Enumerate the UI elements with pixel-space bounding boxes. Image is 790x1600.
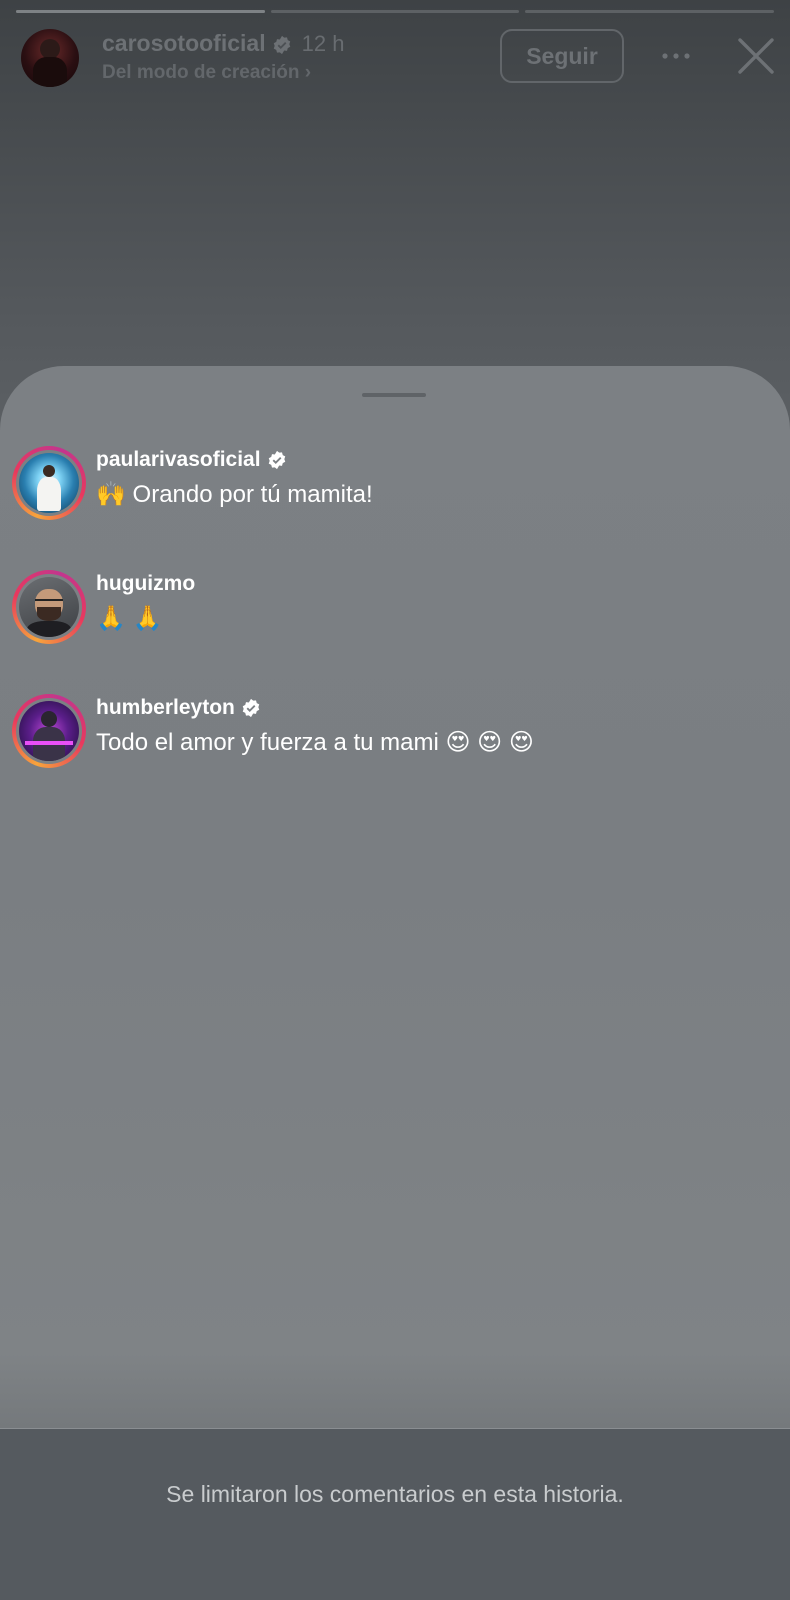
avatar-image [19,453,79,513]
comment-item: huguizmo 🙏 🙏 [12,570,772,646]
progress-fill [16,10,265,13]
story-username[interactable]: carosotooficial [102,30,266,56]
avatar-ring-gap [16,574,82,640]
comments-limited-notice: Se limitaron los comentarios en esta his… [166,1481,624,1507]
story-progress-bar [16,10,775,13]
avatar-figure-head [41,711,57,727]
avatar-glasses [35,599,63,607]
avatar-image [19,577,79,637]
avatar-shirt [27,621,71,637]
avatar-beard [37,607,61,621]
story-timestamp: 12 h [301,31,345,56]
comments-sheet: paularivasoficial 🙌 Orando por tú mamita… [0,366,790,1600]
commenter-avatar[interactable] [12,694,86,768]
story-header: carosotooficial 12 h Del modo de creación… [20,28,780,88]
comment-text: Todo el amor y fuerza a tu mami 😍 😍 😍 [96,729,534,756]
story-source-link[interactable]: Del modo de creación › [102,62,311,84]
comment-author[interactable]: humberleyton [96,696,261,720]
comment-item: paularivasoficial 🙌 Orando por tú mamita… [12,446,772,522]
progress-segment [16,10,265,13]
verified-badge-icon [268,450,285,470]
sheet-drag-handle[interactable] [362,393,426,397]
progress-segment [270,10,520,13]
comment-author[interactable]: paularivasoficial [96,448,287,472]
avatar-body [33,57,67,87]
comment-username[interactable]: humberleyton [96,696,235,720]
avatar-head [40,39,60,59]
avatar-ring-gap [16,698,82,764]
comments-footer: Se limitaron los comentarios en esta his… [0,1428,790,1600]
verified-badge-icon [273,35,290,55]
avatar-figure-body [37,477,61,511]
avatar-figure-head [43,465,55,477]
story-author[interactable]: carosotooficial 12 h [102,30,344,57]
comment-item: humberleyton Todo el amor y fuerza a tu … [12,694,772,770]
more-options-icon[interactable] [660,44,692,68]
avatar-neon-light [25,741,73,745]
commenter-avatar[interactable] [12,446,86,520]
commenter-avatar[interactable] [12,570,86,644]
verified-badge-icon [242,698,260,718]
comment-username[interactable]: paularivasoficial [96,448,261,472]
close-icon[interactable] [734,34,778,78]
comment-text: 🙌 Orando por tú mamita! [96,481,373,508]
comment-author[interactable]: huguizmo [96,572,195,596]
avatar-image [19,701,79,761]
comment-username[interactable]: huguizmo [96,572,195,596]
avatar-ring-gap [16,450,82,516]
story-author-avatar[interactable] [21,29,79,87]
progress-segment [525,10,775,13]
follow-button[interactable]: Seguir [500,29,624,83]
comment-text: 🙏 🙏 [96,605,163,632]
